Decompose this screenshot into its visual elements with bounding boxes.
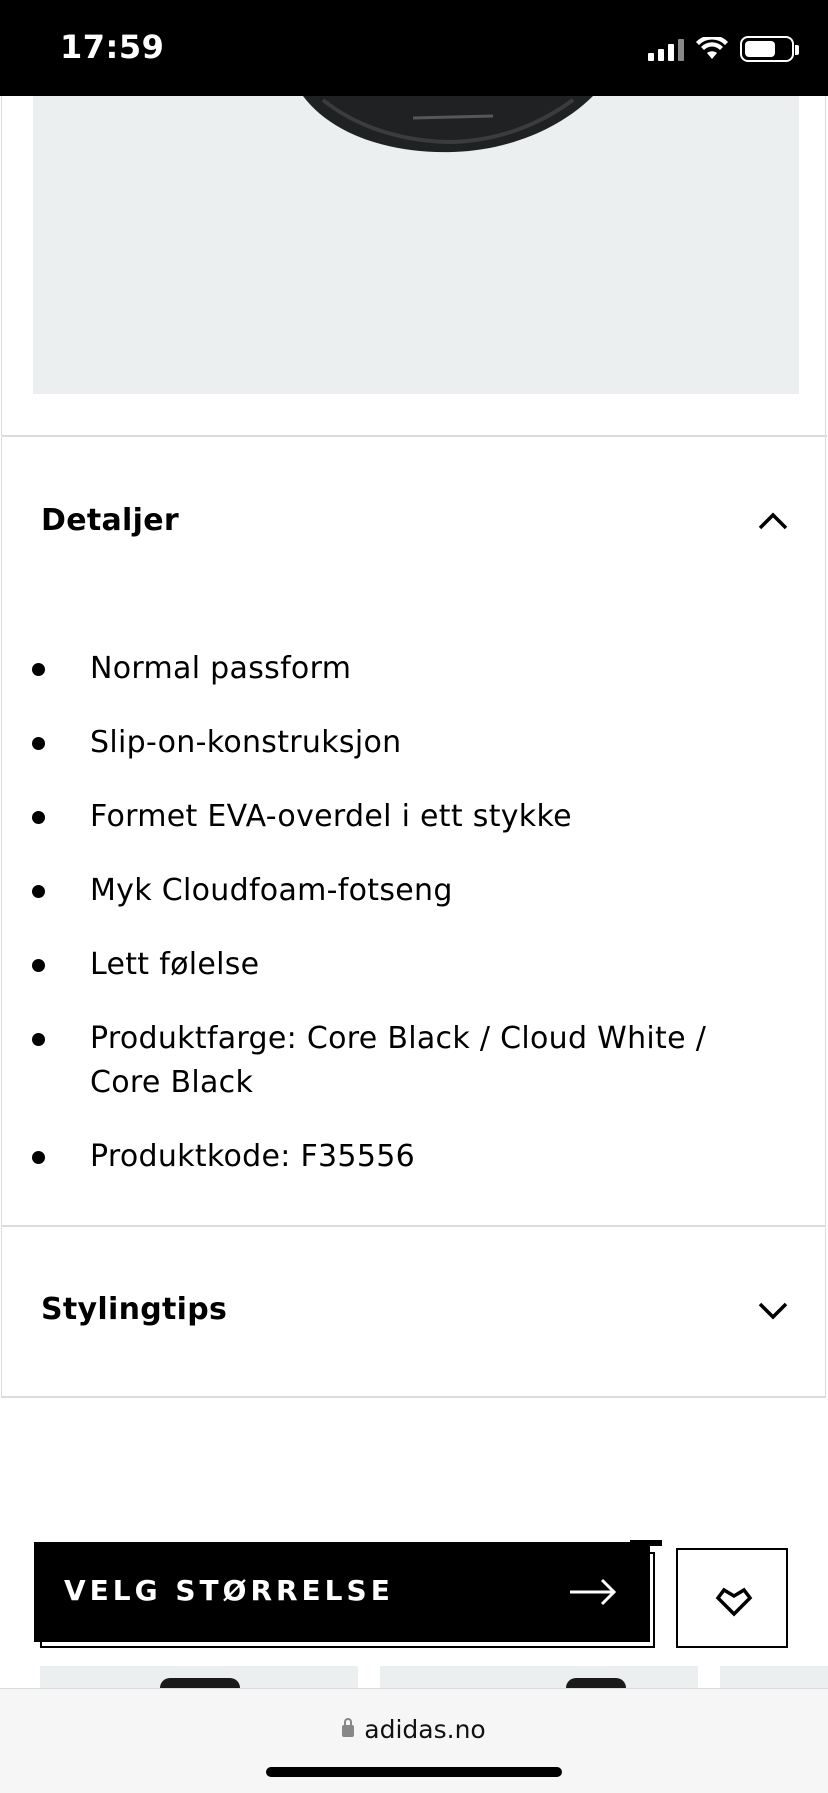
list-item: Normal passform: [2, 647, 825, 691]
details-accordion: Detaljer Normal passform Slip-on-konstru…: [1, 437, 826, 1227]
chevron-up-icon[interactable]: [755, 503, 791, 539]
bullet: [32, 1033, 45, 1046]
list-item-text: Produktkode: F35556: [90, 1139, 415, 1174]
product-image-card: [1, 96, 827, 437]
list-item: Formet EVA-overdel i ett stykke: [2, 795, 825, 839]
styling-title[interactable]: Stylingtips: [41, 1292, 227, 1327]
list-item: Lett følelse: [2, 943, 825, 987]
product-slide-image: [303, 96, 593, 153]
list-item-text: Lett følelse: [90, 947, 260, 982]
bullet: [32, 663, 45, 676]
select-size-button[interactable]: VELG STØRRELSE: [34, 1542, 650, 1642]
select-size-label: VELG STØRRELSE: [64, 1574, 394, 1607]
list-item-text: Normal passform: [90, 651, 352, 686]
bullet: [32, 737, 45, 750]
bullet: [32, 885, 45, 898]
details-title[interactable]: Detaljer: [41, 503, 179, 538]
list-item-text: Produktfarge: Core Black / Cloud White /…: [90, 1021, 707, 1100]
bullet: [32, 959, 45, 972]
home-indicator[interactable]: [266, 1767, 562, 1777]
status-time: 17:59: [60, 28, 165, 66]
wifi-icon: [696, 37, 728, 59]
details-list: Normal passform Slip-on-konstruksjon For…: [2, 647, 825, 1209]
address-bar[interactable]: adidas.no: [0, 1715, 828, 1744]
list-item: Myk Cloudfoam-fotseng: [2, 869, 825, 913]
heart-icon: [715, 1587, 753, 1617]
arrow-right-icon: [570, 1578, 617, 1606]
list-item-text: Formet EVA-overdel i ett stykke: [90, 799, 572, 834]
chevron-down-icon[interactable]: [755, 1292, 791, 1328]
bullet: [32, 1151, 45, 1164]
carousel-card-image: [566, 1678, 626, 1688]
styling-accordion[interactable]: Stylingtips: [1, 1228, 826, 1398]
battery-icon: [740, 36, 799, 62]
carousel-card[interactable]: [380, 1666, 698, 1688]
status-bar: 17:59: [0, 0, 828, 96]
wishlist-button[interactable]: [676, 1548, 788, 1648]
carousel-card[interactable]: [40, 1666, 358, 1688]
product-image[interactable]: [33, 96, 799, 394]
list-item: Slip-on-konstruksjon: [2, 721, 825, 765]
status-icons: [648, 34, 799, 64]
list-item-text: Slip-on-konstruksjon: [90, 725, 402, 760]
url-text: adidas.no: [364, 1715, 486, 1744]
carousel-card-image: [160, 1678, 240, 1688]
list-item-text: Myk Cloudfoam-fotseng: [90, 873, 453, 908]
cellular-signal-icon: [648, 37, 684, 61]
list-item: Produktkode: F35556: [2, 1135, 825, 1179]
browser-bottom-bar: adidas.no: [0, 1688, 828, 1793]
carousel-card[interactable]: [720, 1666, 828, 1688]
lock-icon: [342, 1718, 355, 1737]
bullet: [32, 811, 45, 824]
list-item: Produktfarge: Core Black / Cloud White /…: [2, 1017, 825, 1105]
